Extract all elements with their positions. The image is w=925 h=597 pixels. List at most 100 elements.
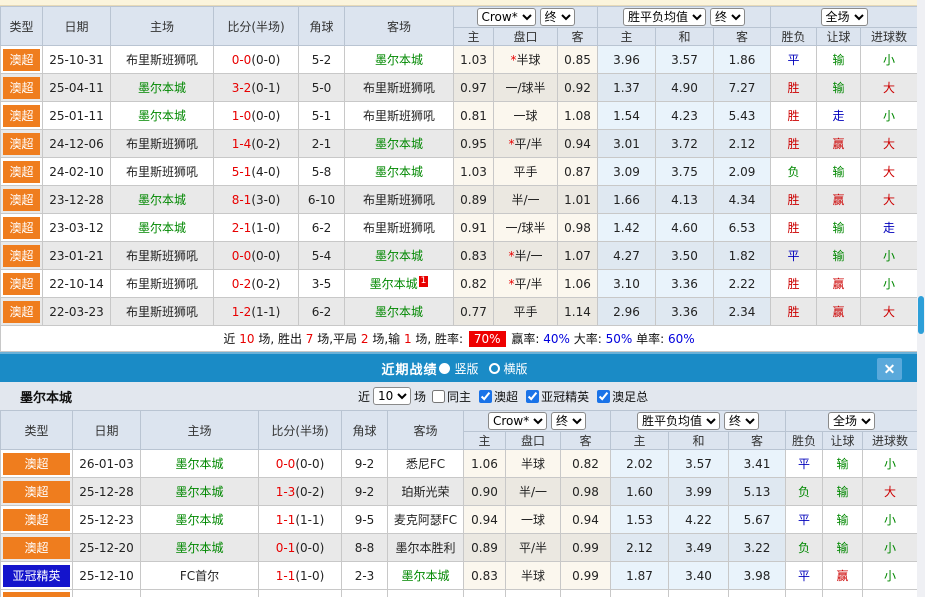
away-team[interactable]: 悉尼FC bbox=[388, 450, 464, 478]
scope-select[interactable]: 全场 bbox=[821, 8, 868, 26]
home-team[interactable]: 墨尔本城 bbox=[141, 478, 259, 506]
record-summary: 近 10 场, 胜出 7 场,平局 2 场,输 1 场, 胜率: 70% 赢率:… bbox=[1, 326, 918, 352]
company-select[interactable]: Crow* bbox=[477, 8, 536, 26]
radio-vertical-icon[interactable] bbox=[439, 363, 450, 374]
league-badge: 澳超 bbox=[3, 49, 40, 71]
scope-select-2[interactable]: 全场 bbox=[828, 412, 875, 430]
same-home-checkbox[interactable] bbox=[432, 390, 445, 403]
radio-vertical-label[interactable]: 竖版 bbox=[454, 360, 478, 377]
odds-home: 0.89 bbox=[464, 534, 506, 562]
away-team[interactable]: 麦克阿瑟FC bbox=[388, 506, 464, 534]
table-row: 澳超 22-03-23 布里斯班狮吼 1-2(1-1) 6-2 墨尔本城 0.7… bbox=[1, 298, 918, 326]
table-row: 澳超 23-12-28 墨尔本城 8-1(3-0) 6-10 布里斯班狮吼 0.… bbox=[1, 186, 918, 214]
home-team[interactable]: 布里斯班狮吼 bbox=[111, 158, 214, 186]
close-button[interactable]: ✕ bbox=[877, 358, 902, 380]
handicap: 半/一 bbox=[506, 478, 561, 506]
league-filter-cup[interactable]: 澳足总 bbox=[591, 388, 648, 405]
home-team[interactable]: 墨尔本城 bbox=[111, 74, 214, 102]
near-label: 近 bbox=[358, 388, 370, 405]
col-result-handicap: 让球 bbox=[823, 432, 863, 450]
corner-score: 9-5 bbox=[342, 506, 388, 534]
company-final-select[interactable]: 终 bbox=[540, 8, 575, 26]
away-team[interactable]: 墨尔本城 bbox=[388, 562, 464, 590]
odds-away: 0.87 bbox=[558, 158, 598, 186]
away-team[interactable]: 布里斯班狮吼 bbox=[345, 186, 454, 214]
away-team[interactable]: 布里斯班狮吼 bbox=[345, 74, 454, 102]
away-team[interactable]: 珀斯光荣 bbox=[388, 478, 464, 506]
home-team[interactable]: FC首尔 bbox=[141, 562, 259, 590]
home-team[interactable]: 布里斯班狮吼 bbox=[111, 130, 214, 158]
avg-final-select[interactable]: 终 bbox=[710, 8, 745, 26]
home-team[interactable]: 布里斯班狮吼 bbox=[111, 270, 214, 298]
home-team[interactable]: 墨尔本城 bbox=[111, 214, 214, 242]
recent-count-select[interactable]: 10 bbox=[373, 387, 411, 405]
handicap: 平手 bbox=[494, 298, 558, 326]
vertical-scrollbar[interactable] bbox=[917, 0, 925, 597]
avg-home: 3.01 bbox=[598, 130, 656, 158]
avg-select[interactable]: 胜平负均值 bbox=[623, 8, 706, 26]
avg-away: 2.09 bbox=[714, 158, 771, 186]
avg-away: 3.41 bbox=[729, 450, 786, 478]
score: 1-2(1-1) bbox=[214, 298, 299, 326]
odds-home: 0.82 bbox=[454, 270, 494, 298]
away-team[interactable]: 墨尔本城 bbox=[345, 158, 454, 186]
league-type-cell: 澳超 bbox=[1, 298, 43, 326]
avg-final-select-2[interactable]: 终 bbox=[724, 412, 759, 430]
away-team[interactable]: 墨尔本胜利 bbox=[388, 534, 464, 562]
away-team[interactable]: 墨尔本城 bbox=[345, 298, 454, 326]
company-select-2[interactable]: Crow* bbox=[488, 412, 547, 430]
home-team[interactable]: 墨尔本城 bbox=[111, 102, 214, 130]
acl-checkbox[interactable] bbox=[526, 390, 539, 403]
col-avg-away: 客 bbox=[729, 432, 786, 450]
away-team[interactable]: 墨尔本城 bbox=[345, 242, 454, 270]
corner-score: 9-2 bbox=[342, 478, 388, 506]
league-type-cell: 澳超 bbox=[1, 214, 43, 242]
home-team[interactable]: 布里斯班狮吼 bbox=[111, 46, 214, 74]
aleague-checkbox[interactable] bbox=[479, 390, 492, 403]
avg-home: 1.53 bbox=[611, 506, 669, 534]
avg-away: 7.27 bbox=[714, 74, 771, 102]
home-team[interactable]: 墨尔本城 bbox=[141, 534, 259, 562]
cup-checkbox[interactable] bbox=[597, 390, 610, 403]
match-date: 24-12-06 bbox=[43, 130, 111, 158]
league-filter-acl[interactable]: 亚冠精英 bbox=[520, 388, 589, 405]
radio-horizontal-icon[interactable] bbox=[489, 363, 500, 374]
home-team[interactable]: 墨尔本城 bbox=[141, 506, 259, 534]
handicap: 一球 bbox=[494, 102, 558, 130]
result-handicap: 输 bbox=[817, 74, 861, 102]
away-team[interactable]: 墨尔本城1 bbox=[345, 270, 454, 298]
away-team[interactable]: 布里斯班狮吼 bbox=[345, 102, 454, 130]
away-team[interactable]: 墨尔本城 bbox=[345, 46, 454, 74]
col-result-goals: 进球数 bbox=[861, 28, 918, 46]
same-home-filter[interactable]: 同主 bbox=[426, 388, 471, 405]
result-wdl: 胜 bbox=[771, 102, 817, 130]
odds-header: Crow*终 bbox=[464, 411, 611, 432]
avg-select-2[interactable]: 胜平负均值 bbox=[637, 412, 720, 430]
col-score: 比分(半场) bbox=[214, 7, 299, 46]
avg-header: 胜平负均值终 bbox=[611, 411, 786, 432]
radio-horizontal-label[interactable]: 横版 bbox=[504, 360, 528, 377]
score: 1-0(0-0) bbox=[214, 102, 299, 130]
handicap: 半球 bbox=[506, 450, 561, 478]
away-team[interactable]: 布里斯班狮吼 bbox=[345, 214, 454, 242]
odds-away: 0.98 bbox=[558, 214, 598, 242]
home-team[interactable]: 布里斯班狮吼 bbox=[111, 242, 214, 270]
company-final-select-2[interactable]: 终 bbox=[551, 412, 586, 430]
match-date: 25-01-11 bbox=[43, 102, 111, 130]
home-team[interactable]: 布里斯班狮吼 bbox=[111, 298, 214, 326]
away-team[interactable]: 墨尔本城 bbox=[345, 130, 454, 158]
table-row: 澳超 22-10-14 布里斯班狮吼 0-2(0-2) 3-5 墨尔本城1 0.… bbox=[1, 270, 918, 298]
home-team[interactable]: 墨尔本城 bbox=[141, 450, 259, 478]
col-home: 主场 bbox=[111, 7, 214, 46]
col-odds-away: 客 bbox=[558, 28, 598, 46]
scrollbar-thumb[interactable] bbox=[918, 296, 924, 334]
col-handicap: 盘口 bbox=[506, 432, 561, 450]
table-row: 澳超 25-10-31 布里斯班狮吼 0-0(0-0) 5-2 墨尔本城 1.0… bbox=[1, 46, 918, 74]
avg-home: 3.10 bbox=[598, 270, 656, 298]
league-filter-aleague[interactable]: 澳超 bbox=[473, 388, 518, 405]
home-team[interactable]: 墨尔本城 bbox=[111, 186, 214, 214]
avg-away: 6.53 bbox=[714, 214, 771, 242]
table-row: 澳超 23-01-21 布里斯班狮吼 0-0(0-0) 5-4 墨尔本城 0.8… bbox=[1, 242, 918, 270]
corner-score: 5-2 bbox=[299, 46, 345, 74]
league-badge: 澳超 bbox=[3, 301, 40, 323]
